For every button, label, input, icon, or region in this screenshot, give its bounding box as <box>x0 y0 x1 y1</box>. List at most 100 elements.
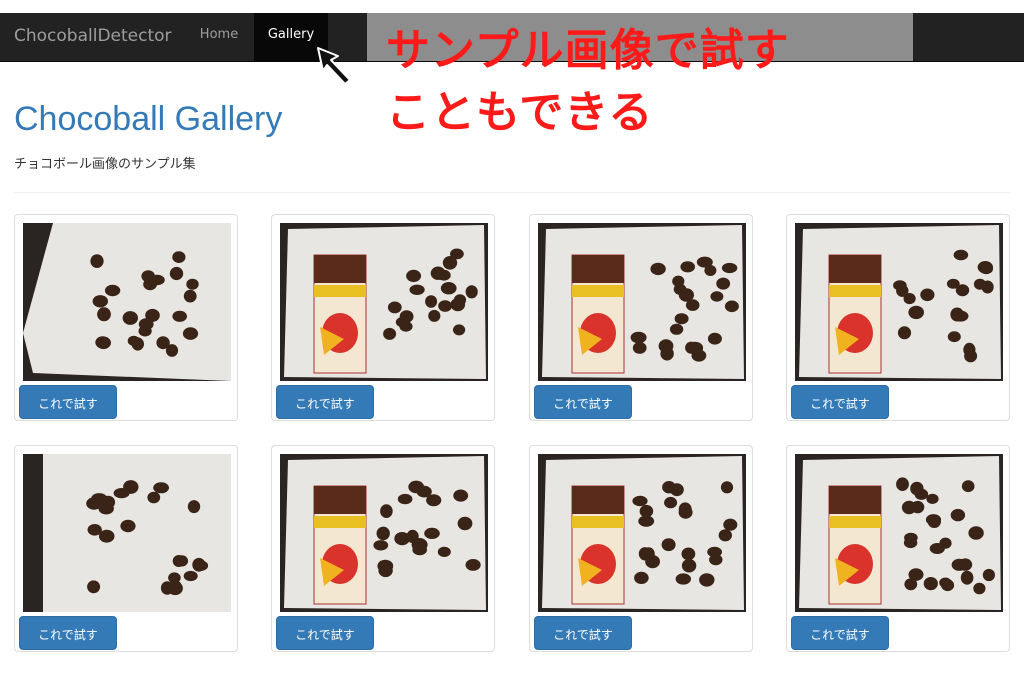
chocoball <box>397 493 413 505</box>
sample-photo <box>280 454 488 612</box>
navbar-brand[interactable]: ChocoballDetector <box>14 26 172 46</box>
chocoball <box>399 310 414 323</box>
gallery-item: これで試す <box>529 214 753 421</box>
chocoball <box>630 331 647 344</box>
try-this-button[interactable]: これで試す <box>534 385 632 419</box>
chocoball <box>138 318 154 331</box>
chocoball <box>897 326 912 340</box>
chocoball <box>428 309 441 322</box>
chocoball <box>642 547 655 561</box>
chocoball <box>383 327 397 340</box>
chocoball <box>131 337 144 351</box>
chocoball <box>681 547 696 561</box>
chocoball <box>710 291 724 302</box>
chocoball <box>186 278 199 290</box>
page-title: Chocoball Gallery <box>14 100 283 138</box>
chocoball <box>141 270 155 283</box>
chocoball <box>437 546 451 557</box>
chocoball-box-icon <box>828 254 882 374</box>
sample-photo <box>23 223 231 381</box>
arrow-pointer-icon <box>317 47 351 85</box>
chocoball <box>923 577 938 591</box>
page-subtitle: チョコボール画像のサンプル集 <box>14 157 196 172</box>
chocoball <box>961 480 975 493</box>
chocoball <box>939 577 952 588</box>
chocoball <box>661 538 676 552</box>
chocoball <box>465 559 481 571</box>
chocoball <box>380 504 393 518</box>
try-this-button[interactable]: これで試す <box>276 616 374 650</box>
chocoball <box>442 256 458 270</box>
try-this-button[interactable]: これで試す <box>791 616 889 650</box>
chocoball <box>408 480 425 494</box>
sample-photo <box>280 223 488 381</box>
chocoball <box>169 266 184 281</box>
chocoball <box>192 557 206 572</box>
annotation-line-1: サンプル画像で試す <box>386 25 790 76</box>
chocoball <box>153 482 170 494</box>
chocoball <box>87 580 101 594</box>
try-this-button[interactable]: これで試す <box>276 385 374 419</box>
chocoball <box>707 332 722 345</box>
chocoball <box>982 568 995 582</box>
chocoball <box>958 558 973 571</box>
chocoball-box-icon <box>571 485 625 605</box>
annotation-line-2: こともできる <box>386 87 654 138</box>
nav-link-home[interactable]: Home <box>186 13 252 61</box>
chocoball <box>678 502 692 517</box>
chocoball <box>968 526 984 540</box>
chocoball <box>911 500 925 514</box>
annotation-text: サンプル画像で試す こともできる <box>386 20 790 144</box>
chocoball <box>720 481 734 494</box>
gallery-item: これで試す <box>14 214 238 421</box>
chocoball <box>387 301 402 314</box>
chocoball <box>680 261 695 273</box>
chocoball <box>681 558 697 573</box>
chocoball <box>450 298 466 312</box>
chocoball <box>632 342 647 354</box>
chocoball <box>638 515 655 527</box>
chocoball <box>955 284 970 297</box>
chocoball <box>950 307 964 322</box>
chocoball <box>440 282 457 295</box>
try-this-button[interactable]: これで試す <box>19 616 117 650</box>
chocoball <box>453 489 469 502</box>
chocoball <box>896 477 909 491</box>
chocoball <box>973 582 986 595</box>
chocoball <box>964 349 978 363</box>
chocoball <box>425 295 438 308</box>
chocoball <box>465 285 478 299</box>
chocoball <box>979 263 993 275</box>
try-this-button[interactable]: これで試す <box>791 385 889 419</box>
gallery-item: これで試す <box>529 445 753 652</box>
chocoball <box>104 284 121 297</box>
chocoball <box>927 514 941 528</box>
try-this-button[interactable]: これで試す <box>534 616 632 650</box>
chocoball <box>120 519 136 533</box>
chocoball <box>662 481 676 494</box>
chocoball <box>406 269 422 282</box>
chocoball <box>165 344 179 357</box>
sample-photo <box>538 223 746 381</box>
chocoball <box>634 571 649 584</box>
chocoball <box>929 543 945 554</box>
gallery-item: これで試す <box>14 445 238 652</box>
chocoball <box>973 278 987 290</box>
sample-photo <box>795 454 1003 612</box>
chocoball <box>95 336 110 349</box>
chocoball <box>960 570 974 585</box>
chocoball <box>430 266 446 280</box>
chocoball <box>696 256 713 268</box>
chocoball <box>122 311 138 325</box>
chocoball <box>660 346 674 361</box>
chocoball <box>632 495 648 507</box>
chocoball <box>412 544 427 556</box>
chocoball <box>424 527 440 539</box>
chocoball <box>113 488 130 499</box>
chocoball <box>183 289 197 303</box>
chocoball <box>716 277 731 290</box>
chocoball <box>90 254 104 268</box>
chocoball-box-icon <box>828 485 882 605</box>
try-this-button[interactable]: これで試す <box>19 385 117 419</box>
chocoball <box>672 275 685 287</box>
